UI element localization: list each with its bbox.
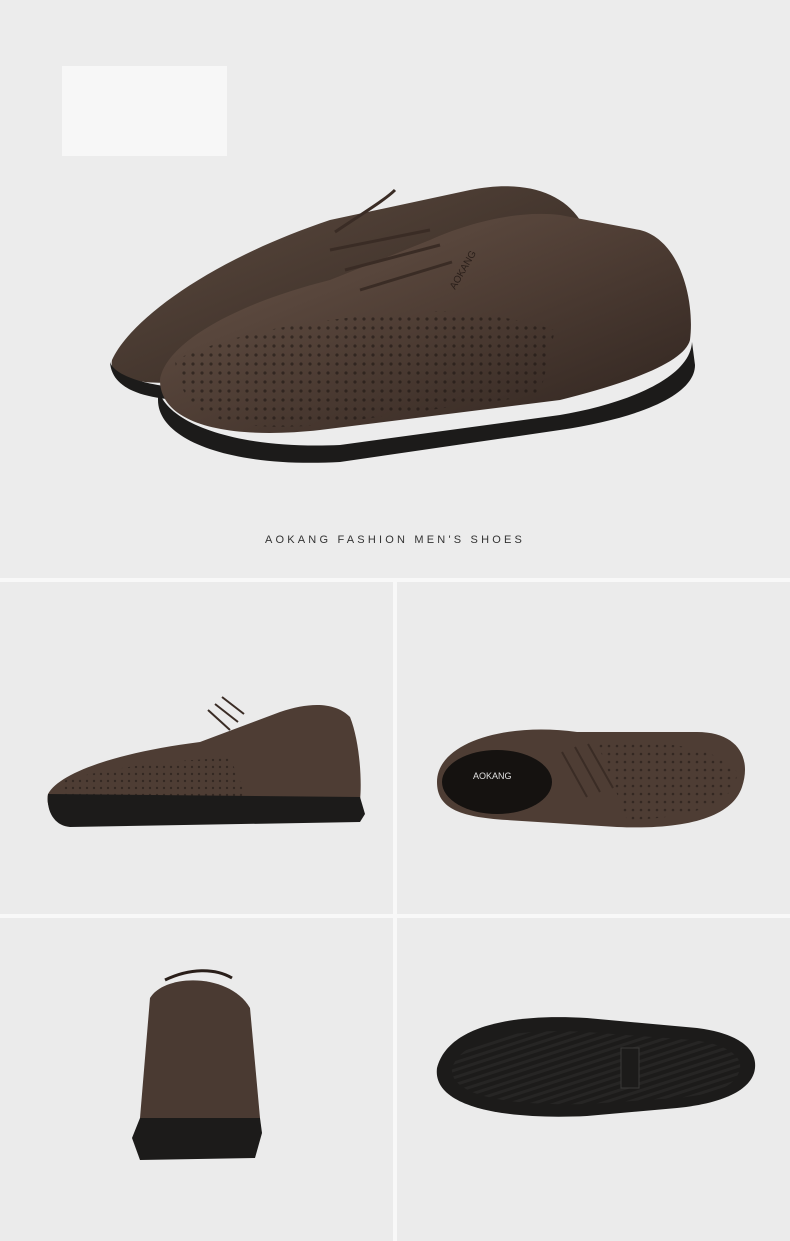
hero-section: AOKANG AOKANG FASHION MEN'S SHOES (0, 0, 790, 578)
gallery-side-view (0, 582, 393, 914)
gallery-sole-view (397, 918, 790, 1241)
hero-shoe-pair-image: AOKANG (110, 186, 695, 463)
top-view-shoe-image: AOKANG (437, 729, 745, 828)
sole-view-shoe-image (436, 1017, 756, 1117)
back-view-shoe-image (132, 969, 262, 1160)
side-view-shoe-image (47, 696, 366, 827)
insole-brand-text: AOKANG (473, 771, 512, 781)
gallery-top-view: AOKANG (397, 582, 790, 914)
gallery-back-view (0, 918, 393, 1241)
hero-caption: AOKANG FASHION MEN'S SHOES (264, 534, 526, 546)
